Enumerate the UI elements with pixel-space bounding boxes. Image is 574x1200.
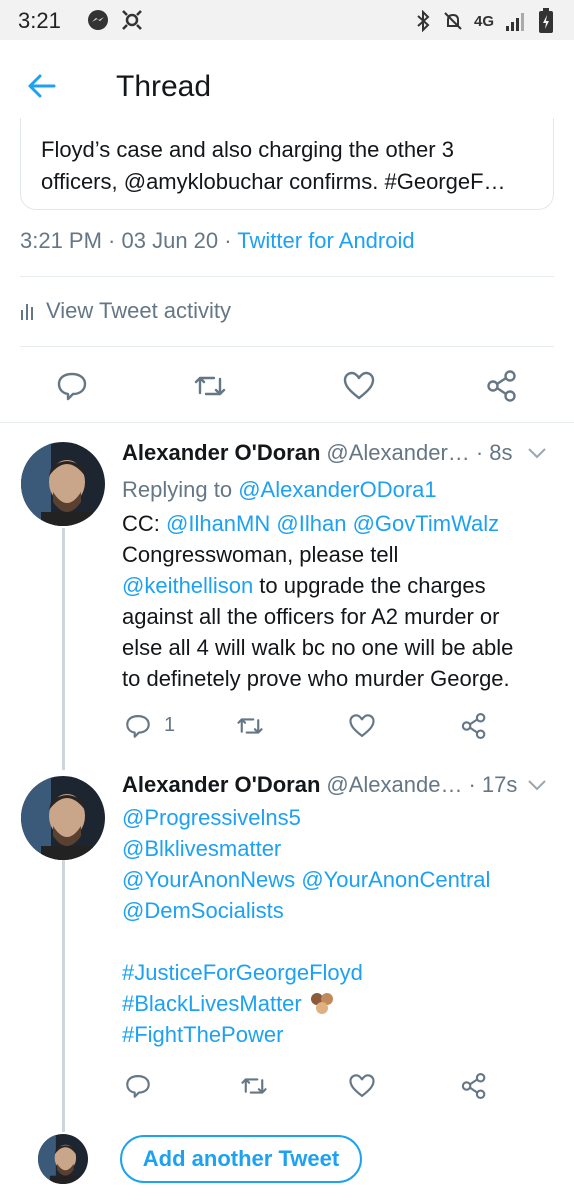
back-button[interactable] (22, 66, 66, 106)
tweet-text: CC: @IlhanMN @Ilhan @GovTimWalz Congress… (122, 511, 514, 691)
share-icon (461, 712, 486, 740)
network-type: 4G (473, 12, 494, 30)
gear-bug-icon (122, 10, 142, 30)
avatar-photo (21, 442, 105, 526)
author-name[interactable]: Alexander O'Doran (122, 440, 320, 466)
reply-actions (0, 1068, 574, 1104)
replying-to: Replying to @AlexanderODora1 (122, 477, 437, 502)
author-handle[interactable]: @Alexande… (326, 772, 462, 798)
activity-bars-icon (21, 304, 33, 320)
status-bar: 3:21 4G (0, 0, 574, 40)
chevron-down-icon[interactable] (526, 778, 548, 792)
retweet-icon (241, 1078, 267, 1094)
compose-avatar (38, 1134, 88, 1184)
retweet-icon (237, 718, 263, 734)
share-icon (461, 1072, 486, 1100)
author-handle[interactable]: @Alexander… (326, 440, 469, 466)
divider (20, 346, 554, 347)
raised-fists-emoji-icon (310, 993, 333, 1014)
divider (0, 422, 574, 423)
like-button[interactable] (342, 706, 382, 746)
messenger-icon (88, 10, 108, 30)
heart-icon (349, 1074, 375, 1097)
reply-icon (57, 372, 87, 401)
author-name[interactable]: Alexander O'Doran (122, 772, 320, 798)
retweet-icon (194, 376, 226, 396)
retweet-button[interactable] (234, 1066, 274, 1106)
share-button[interactable] (454, 706, 494, 746)
tweet-timestamp: 3:21 PM · 03 Jun 20 · Twitter for Androi… (20, 228, 415, 253)
add-another-tweet-button[interactable]: Add another Tweet (120, 1135, 362, 1183)
reply-button[interactable] (118, 706, 158, 746)
quoted-tweet-line: officers, @amyklobuchar confirms. #Georg… (41, 169, 506, 194)
reply-button[interactable] (52, 366, 92, 406)
tweet-actions (0, 362, 574, 418)
view-tweet-activity[interactable]: View Tweet activity (20, 298, 231, 324)
reply-icon (126, 1075, 150, 1098)
signal-icon (506, 13, 524, 31)
reply-actions: 1 (0, 708, 574, 744)
avatar[interactable] (21, 442, 105, 526)
heart-icon (343, 371, 375, 400)
battery-icon (539, 8, 553, 33)
like-button[interactable] (339, 366, 379, 406)
bluetooth-icon (417, 10, 430, 32)
status-time: 3:21 (18, 8, 61, 33)
mute-icon (444, 12, 462, 30)
divider (20, 276, 554, 277)
retweet-button[interactable] (230, 706, 270, 746)
quoted-tweet-line: Floyd’s case and also charging the other… (41, 137, 454, 162)
reply-count: 1 (164, 714, 176, 736)
share-icon (487, 370, 516, 402)
avatar-photo (38, 1134, 88, 1184)
heart-icon (349, 714, 375, 737)
avatar-photo (21, 776, 105, 860)
retweet-button[interactable] (190, 366, 230, 406)
avatar[interactable] (21, 776, 105, 860)
tweet-text: @Progressivelns5 @Blklivesmatter @YourAn… (122, 805, 491, 1047)
quoted-tweet-card[interactable]: Floyd’s case and also charging the other… (20, 118, 554, 210)
reply-header: Alexander O'Doran @Alexande… · 17s (122, 772, 562, 798)
share-button[interactable] (482, 366, 522, 406)
back-arrow-icon (28, 74, 56, 98)
page-title: Thread (116, 70, 212, 103)
tweet-source-link[interactable]: Twitter for Android (237, 228, 414, 253)
like-button[interactable] (342, 1066, 382, 1106)
tweet-age: · 8s (475, 440, 513, 465)
reply-header: Alexander O'Doran @Alexander… · 8s (122, 440, 562, 466)
share-button[interactable] (454, 1066, 494, 1106)
reply-button[interactable] (118, 1066, 158, 1106)
chevron-down-icon[interactable] (526, 446, 548, 460)
app-header: Thread (0, 40, 574, 130)
reply-icon (126, 715, 150, 738)
tweet-age: · 17s (468, 772, 518, 797)
